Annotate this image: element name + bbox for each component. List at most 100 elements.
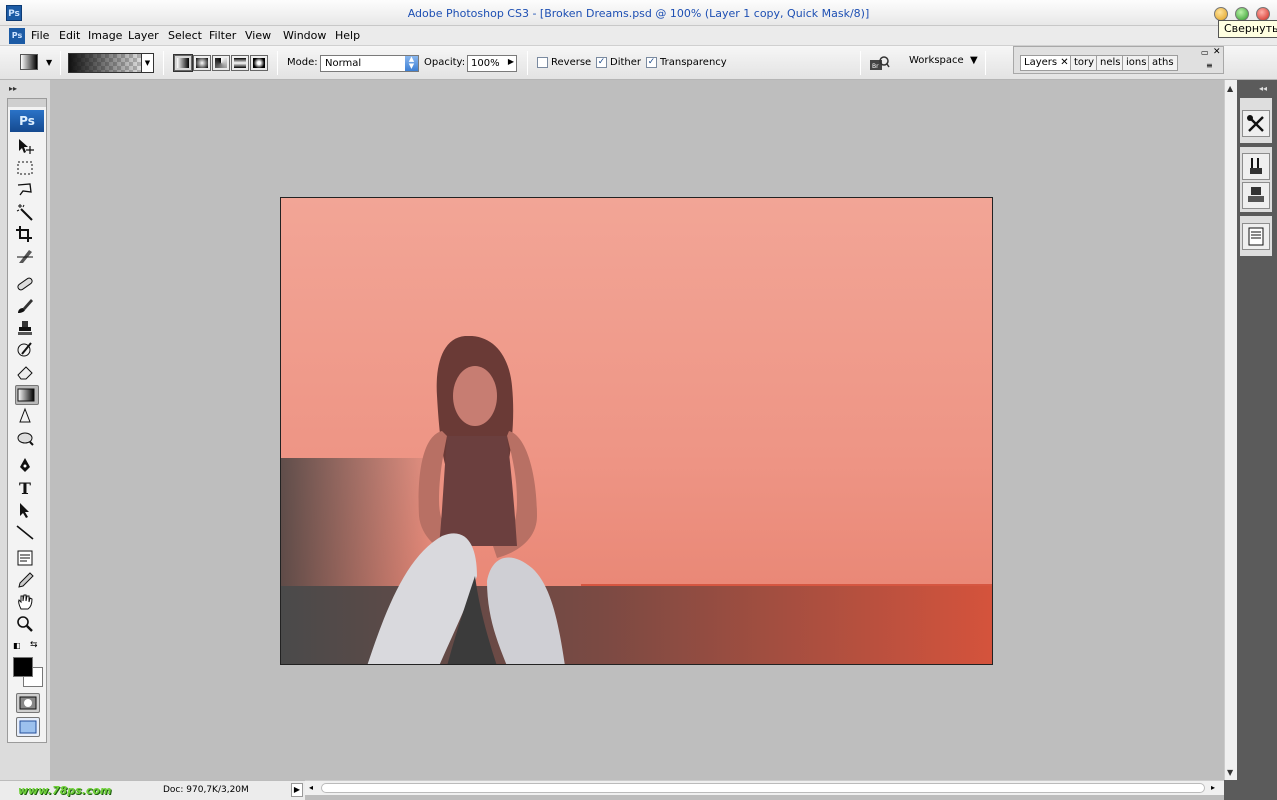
angle-gradient-button[interactable]	[212, 55, 230, 71]
menu-file[interactable]: File	[31, 29, 49, 42]
type-tool[interactable]: T	[15, 479, 39, 499]
foreground-color-swatch[interactable]	[13, 657, 33, 677]
photoshop-badge[interactable]: Ps	[10, 110, 44, 132]
path-selection-tool[interactable]	[15, 501, 39, 521]
dither-checkbox[interactable]: ✓	[596, 57, 607, 68]
transparency-checkbox[interactable]: ✓	[646, 57, 657, 68]
screen-mode-button[interactable]	[16, 717, 40, 737]
tab-layers[interactable]: Layers ✕	[1020, 55, 1073, 71]
menu-help[interactable]: Help	[335, 29, 360, 42]
zoom-tool[interactable]	[15, 615, 39, 635]
status-menu-arrow-icon[interactable]: ▶	[291, 783, 303, 797]
menu-layer[interactable]: Layer	[128, 29, 159, 42]
blur-icon	[19, 407, 31, 423]
svg-text:Br: Br	[872, 63, 879, 70]
horizontal-scroll-thumb[interactable]	[321, 783, 1205, 793]
horizontal-scrollbar[interactable]: ◂ ▸	[305, 780, 1224, 795]
workspace-dropdown-icon: ▼	[966, 55, 978, 66]
reverse-checkbox[interactable]	[537, 57, 548, 68]
gradient-tool[interactable]	[15, 385, 39, 405]
line-tool[interactable]	[15, 523, 39, 543]
pen-icon	[20, 458, 30, 472]
mode-select[interactable]: Normal ▲ ▼	[320, 55, 419, 72]
notes-tool[interactable]	[15, 549, 39, 569]
menu-edit[interactable]: Edit	[59, 29, 80, 42]
menu-window[interactable]: Window	[283, 29, 326, 42]
tab-paths[interactable]: aths	[1148, 55, 1178, 71]
opacity-label: Opacity:	[424, 57, 466, 68]
bridge-icon[interactable]: Br	[868, 55, 890, 71]
reflected-gradient-button[interactable]	[231, 55, 249, 71]
healing-brush-tool[interactable]	[15, 275, 39, 295]
tab-actions[interactable]: ions	[1122, 55, 1151, 71]
clone-stamp-tool[interactable]	[15, 319, 39, 339]
panel-menu-icon[interactable]: ≡	[1206, 61, 1213, 70]
vertical-scrollbar[interactable]: ▲ ▼	[1224, 80, 1237, 780]
magic-wand-tool[interactable]	[15, 203, 39, 223]
workspace-menu[interactable]: Workspace ▼	[909, 55, 978, 66]
blur-tool[interactable]	[15, 407, 39, 427]
history-brush-icon	[17, 342, 32, 357]
brush-tool[interactable]	[15, 297, 39, 317]
tab-channels[interactable]: nels	[1096, 55, 1125, 71]
navigator-panel-button[interactable]	[1242, 110, 1270, 137]
menu-select[interactable]: Select	[168, 29, 202, 42]
swap-colors-icon[interactable]: ⇆	[30, 640, 38, 650]
minimize-panel-icon[interactable]: ▭	[1201, 48, 1209, 57]
info-panel-button[interactable]	[1242, 223, 1270, 250]
quick-mask-button[interactable]	[16, 693, 40, 713]
document-canvas[interactable]	[280, 197, 993, 665]
brushes-panel-button[interactable]	[1242, 153, 1270, 180]
lasso-tool[interactable]	[15, 181, 39, 201]
default-colors-icon[interactable]: ◧	[13, 641, 21, 650]
mode-spinner-icon[interactable]: ▲ ▼	[405, 56, 418, 71]
separator	[985, 51, 986, 75]
maximize-button[interactable]	[1235, 7, 1249, 21]
marquee-tool[interactable]	[15, 159, 39, 179]
crop-tool[interactable]	[15, 225, 39, 245]
collapse-panels-icon[interactable]: ◂◂	[1259, 84, 1267, 93]
move-tool[interactable]	[15, 137, 39, 157]
dodge-tool[interactable]	[15, 429, 39, 449]
separator	[163, 51, 164, 75]
scroll-right-arrow-icon[interactable]: ▸	[1211, 783, 1215, 792]
slice-tool[interactable]	[15, 247, 39, 267]
menu-view[interactable]: View	[245, 29, 271, 42]
girl-figure	[367, 336, 565, 664]
close-button[interactable]	[1256, 7, 1270, 21]
eyedropper-tool[interactable]	[15, 571, 39, 591]
workspace-label: Workspace	[909, 55, 964, 66]
scroll-down-arrow-icon[interactable]: ▼	[1227, 768, 1233, 777]
separator	[277, 51, 278, 75]
close-panel-icon[interactable]: ✕	[1213, 47, 1221, 57]
menu-filter[interactable]: Filter	[209, 29, 236, 42]
hand-tool[interactable]	[15, 593, 39, 613]
preset-dropdown-icon[interactable]: ▼	[46, 58, 52, 67]
diamond-gradient-button[interactable]	[250, 55, 268, 71]
gradient-picker[interactable]: ▼	[68, 53, 154, 73]
history-brush-tool[interactable]	[15, 341, 39, 361]
radial-gradient-button[interactable]	[193, 55, 211, 71]
opacity-slider-arrow-icon[interactable]: ▶	[508, 57, 514, 66]
zoom-icon	[17, 616, 33, 632]
gradient-dropdown-icon[interactable]: ▼	[141, 54, 153, 72]
close-tab-icon[interactable]: ✕	[1060, 57, 1068, 68]
status-bar: www.78ps.com Doc: 970,7K/3,20M ▶	[0, 780, 305, 800]
eraser-tool[interactable]	[15, 363, 39, 383]
document-icon[interactable]: Ps	[9, 28, 25, 44]
toolbox-grip[interactable]	[8, 99, 46, 107]
scroll-up-arrow-icon[interactable]: ▲	[1227, 84, 1233, 93]
pen-tool[interactable]	[15, 457, 39, 477]
scroll-left-arrow-icon[interactable]: ◂	[309, 783, 313, 792]
linear-gradient-button[interactable]	[173, 54, 193, 72]
tab-history[interactable]: tory	[1070, 55, 1099, 71]
clone-source-panel-button[interactable]	[1242, 182, 1270, 209]
tab-layers-label: Layers	[1024, 57, 1058, 68]
expand-toolbox-icon[interactable]: ▸▸	[9, 84, 17, 93]
tool-preset-picker[interactable]	[20, 54, 38, 70]
opacity-field[interactable]: 100% ▶	[467, 55, 517, 72]
note-icon	[17, 550, 33, 566]
menu-image[interactable]: Image	[88, 29, 122, 42]
separator	[60, 51, 61, 75]
minimize-button[interactable]	[1214, 7, 1228, 21]
